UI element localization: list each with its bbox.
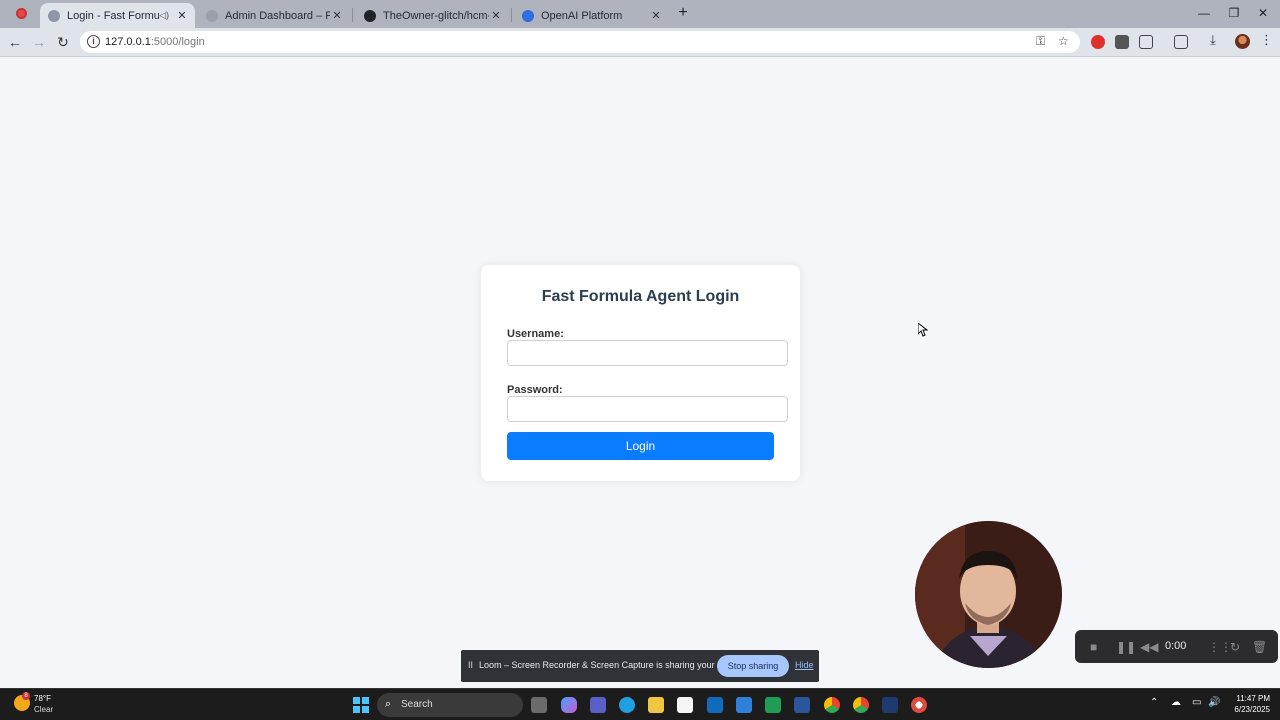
windows-taskbar: 8 78°F Clear ⌕ Search ⌃ ☁ ▭ 🔊 11:47 PM 6… (0, 688, 1280, 720)
address-bar[interactable]: i 127.0.0.1:5000/login ⚿ ☆ (80, 31, 1080, 53)
taskbar-search[interactable]: ⌕ Search (377, 693, 523, 717)
word-icon[interactable] (794, 697, 810, 713)
extension-icon[interactable] (1115, 35, 1129, 49)
weather-badge: 8 (22, 692, 30, 700)
hide-link[interactable]: Hide (795, 660, 814, 670)
task-view-icon[interactable] (531, 697, 547, 713)
download-icon[interactable]: ⤓ (1210, 32, 1224, 47)
profile-avatar[interactable] (1235, 34, 1250, 49)
reload-button[interactable]: ↻ (55, 34, 71, 51)
tab-search-icon[interactable] (1174, 35, 1188, 49)
restart-icon[interactable]: ↻ (1230, 640, 1240, 654)
pause-icon[interactable]: ❚❚ (1116, 640, 1136, 654)
notepad-icon[interactable] (736, 697, 752, 713)
tab-login[interactable]: Login - Fast Formula Agent ◁) ✕ (40, 3, 195, 28)
site-info-icon[interactable]: i (87, 35, 100, 48)
speaker-icon[interactable]: ◁) (159, 10, 169, 21)
tab-divider (352, 8, 353, 22)
close-tab-icon[interactable]: ✕ (649, 9, 663, 22)
login-title: Fast Formula Agent Login (541, 288, 740, 305)
search-icon: ⌕ (385, 698, 392, 710)
onedrive-icon[interactable]: ☁ (1171, 697, 1181, 708)
loom-icon[interactable] (911, 697, 927, 713)
close-tab-icon[interactable]: ✕ (175, 9, 189, 22)
login-button[interactable]: Login (507, 432, 774, 460)
stop-sharing-button[interactable]: Stop sharing (717, 655, 789, 677)
recording-timer: 0:00 (1165, 640, 1187, 652)
notepadpp-icon[interactable] (765, 697, 781, 713)
weather-temperature[interactable]: 78°F (34, 694, 51, 703)
tab-github[interactable]: TheOwner-glitch/hcm-fast-formula ✕ (356, 3, 509, 28)
browser-toolbar: ← → ↻ i 127.0.0.1:5000/login ⚿ ☆ ⤓ ⋮ (0, 28, 1280, 57)
tab-admin-dashboard[interactable]: Admin Dashboard – Fast Formula Agent ✕ (198, 3, 350, 28)
start-button[interactable] (353, 697, 369, 713)
globe-icon (206, 9, 218, 22)
chrome-profile-icon[interactable] (853, 697, 869, 713)
username-label: Username: (507, 328, 564, 340)
screen-sharing-bar: II Loom – Screen Recorder & Screen Captu… (461, 650, 819, 682)
search-label: Search (401, 699, 433, 710)
weather-condition[interactable]: Clear (34, 705, 53, 714)
url-text[interactable]: 127.0.0.1:5000/login (105, 36, 205, 48)
store-icon[interactable] (677, 697, 693, 713)
trash-icon[interactable]: 🗑 (1252, 640, 1267, 654)
outlook-icon[interactable] (707, 697, 723, 713)
page-viewport: Fast Formula Agent Login Username: Passw… (0, 58, 1280, 688)
tab-openai-platform[interactable]: OpenAI Platform ✕ (514, 3, 669, 28)
rewind-icon[interactable]: ◀◀ (1140, 640, 1158, 654)
password-key-icon[interactable]: ⚿ (1036, 34, 1045, 49)
close-tab-icon[interactable]: ✕ (489, 9, 503, 22)
chrome-icon[interactable] (824, 697, 840, 713)
adblock-icon[interactable] (1091, 35, 1105, 49)
back-button[interactable]: ← (7, 34, 23, 50)
file-explorer-icon[interactable] (648, 697, 664, 713)
teams-icon[interactable] (590, 697, 606, 713)
tab-label: OpenAI Platform (541, 9, 623, 22)
menu-kebab-icon[interactable]: ⋮ (1260, 32, 1274, 47)
tab-label: Login - Fast Formula Agent (67, 9, 160, 22)
powershell-icon[interactable] (882, 697, 898, 713)
url-host: 127.0.0.1 (105, 36, 151, 48)
password-label: Password: (507, 384, 563, 396)
openai-icon (522, 9, 534, 22)
recording-indicator-icon (16, 8, 27, 19)
username-input[interactable] (507, 340, 788, 366)
stop-recording-icon[interactable]: ■ (1090, 640, 1097, 654)
tab-label: TheOwner-glitch/hcm-fast-formula (383, 9, 489, 22)
minimize-button[interactable]: — (1197, 6, 1211, 20)
windows-logo-icon (353, 697, 360, 704)
copilot-icon[interactable] (561, 697, 577, 713)
pause-icon: II (468, 660, 474, 670)
password-input[interactable] (507, 396, 788, 422)
volume-icon[interactable]: 🔊 (1208, 697, 1220, 708)
tab-divider (511, 8, 512, 22)
restore-button[interactable]: ❐ (1227, 6, 1241, 20)
url-path: :5000/login (150, 36, 205, 48)
sharing-message: Loom – Screen Recorder & Screen Capture … (479, 660, 747, 670)
webcam-feed (915, 521, 1062, 668)
clock-date[interactable]: 6/23/2025 (1226, 705, 1270, 714)
bookmark-star-icon[interactable]: ☆ (1058, 34, 1069, 48)
new-tab-button[interactable]: + (676, 4, 690, 22)
webcam-bubble[interactable] (915, 521, 1062, 668)
tab-label: Admin Dashboard – Fast Formula Agent (225, 9, 330, 22)
show-hidden-icons-icon[interactable]: ⌃ (1150, 697, 1158, 708)
edge-icon[interactable] (619, 697, 635, 713)
close-tab-icon[interactable]: ✕ (330, 9, 344, 22)
clock-time[interactable]: 11:47 PM (1230, 694, 1270, 703)
extensions-puzzle-icon[interactable] (1139, 35, 1153, 49)
browser-tab-strip: Login - Fast Formula Agent ◁) ✕ Admin Da… (0, 0, 1280, 28)
forward-button[interactable]: → (31, 34, 47, 50)
github-icon (364, 9, 376, 22)
loom-control-bar: ■ ❚❚ ◀◀ 0:00 ⋮⋮ ↻ 🗑 (1075, 630, 1278, 663)
display-icon[interactable]: ▭ (1192, 697, 1201, 708)
grid-icon[interactable]: ⋮⋮ (1208, 640, 1232, 654)
globe-icon (48, 9, 60, 22)
login-card: Fast Formula Agent Login Username: Passw… (481, 265, 800, 481)
close-window-button[interactable]: ✕ (1256, 6, 1270, 20)
